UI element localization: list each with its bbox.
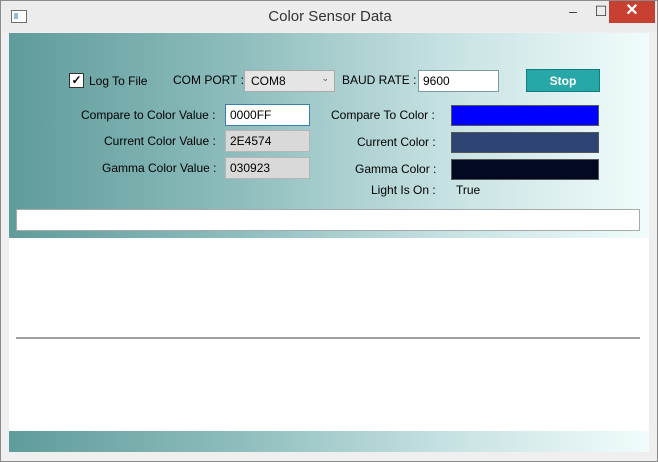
current-color-label: Current Color :	[357, 135, 436, 149]
gamma-color-value-label: Gamma Color Value :	[102, 161, 217, 175]
compare-to-color-label: Compare To Color :	[331, 108, 435, 122]
gamma-color-value-field: 030923	[225, 157, 310, 179]
baud-rate-input[interactable]: 9600	[418, 70, 499, 92]
check-icon: ✓	[71, 73, 82, 87]
gamma-color-label: Gamma Color :	[355, 162, 437, 176]
current-color-value-label: Current Color Value :	[104, 134, 216, 148]
close-button[interactable]: ✕	[609, 1, 655, 23]
status-strip	[9, 431, 649, 452]
light-is-on-value: True	[456, 183, 481, 197]
stop-button[interactable]: Stop	[526, 69, 600, 92]
compare-color-value-label: Compare to Color Value :	[81, 108, 216, 122]
current-color-value-field: 2E4574	[225, 130, 310, 152]
log-to-file-label: Log To File	[89, 74, 148, 88]
com-port-select[interactable]: COM8 ⌄	[244, 70, 335, 92]
log-to-file-checkbox[interactable]: ✓	[69, 73, 84, 88]
gamma-color-swatch	[451, 159, 599, 180]
current-color-swatch	[451, 132, 599, 153]
title-bar: Color Sensor Data – ☐ ✕	[1, 1, 657, 32]
chevron-down-icon: ⌄	[321, 73, 329, 83]
app-window: Color Sensor Data – ☐ ✕ ✓ Log To File CO…	[0, 0, 658, 462]
log-text-input[interactable]	[16, 209, 640, 231]
com-port-value: COM8	[251, 74, 286, 88]
com-port-label: COM PORT :	[173, 73, 244, 87]
light-is-on-label: Light Is On :	[371, 183, 436, 197]
baud-rate-label: BAUD RATE :	[342, 73, 417, 87]
data-display-area	[9, 238, 649, 431]
compare-color-value-input[interactable]: 0000FF	[225, 104, 310, 126]
pane-splitter[interactable]	[16, 337, 640, 339]
compare-color-swatch	[451, 105, 599, 126]
minimize-button[interactable]: –	[559, 1, 587, 23]
